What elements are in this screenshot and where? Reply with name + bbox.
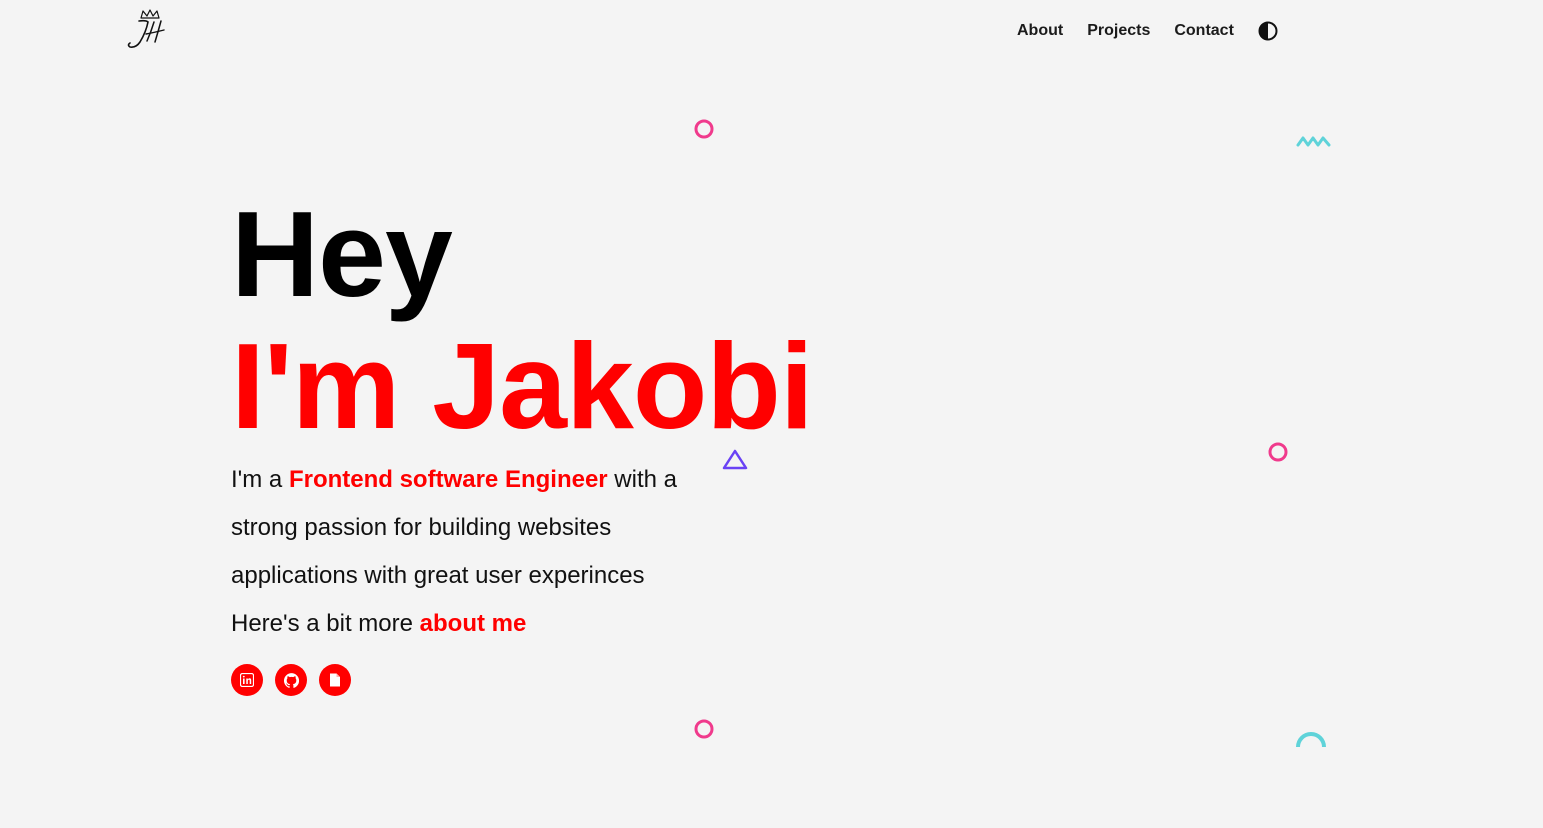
intro-line-3: applications with great user experinces [231, 562, 645, 589]
hero-name: I'm Jakobi [231, 318, 814, 454]
theme-toggle-button[interactable] [1258, 21, 1278, 41]
linkedin-button[interactable] [231, 664, 263, 696]
purple-triangle-decoration-icon [722, 449, 748, 470]
nav-contact[interactable]: Contact [1174, 19, 1234, 43]
intro-line-1: I'm a Frontend software Engineer with a [231, 456, 701, 504]
half-circle-contrast-icon [1258, 21, 1278, 41]
intro-prefix: I'm a [231, 466, 289, 493]
intro-rest: with a [607, 466, 678, 493]
hero-greeting: Hey [231, 186, 453, 322]
social-links [231, 664, 363, 696]
jh-logo-icon [127, 9, 165, 48]
intro-more-prefix: Here's a bit more [231, 610, 420, 637]
main-nav: About Projects Contact [1017, 18, 1278, 44]
nav-about[interactable]: About [1017, 19, 1063, 43]
linkedin-icon [240, 673, 254, 687]
github-icon [283, 672, 299, 688]
intro-line-4: Here's a bit more about me [231, 600, 701, 648]
hero-heading: Hey I'm Jakobi [231, 188, 931, 452]
pink-ring-decoration-icon [694, 119, 714, 139]
pink-ring-decoration-icon [694, 719, 714, 739]
hero-intro: I'm a Frontend software Engineer with a … [231, 456, 701, 648]
document-icon [330, 673, 340, 687]
resume-button[interactable] [319, 664, 351, 696]
cyan-arc-decoration-icon [1296, 732, 1326, 748]
intro-line-2: strong passion for building websites [231, 514, 612, 541]
about-me-link[interactable]: about me [420, 610, 527, 637]
pink-ring-decoration-icon [1268, 442, 1288, 462]
site-logo[interactable] [124, 8, 168, 52]
intro-role: Frontend software Engineer [288, 466, 608, 493]
cyan-zigzag-decoration-icon [1296, 136, 1331, 147]
nav-projects[interactable]: Projects [1087, 19, 1150, 43]
github-button[interactable] [275, 664, 307, 696]
